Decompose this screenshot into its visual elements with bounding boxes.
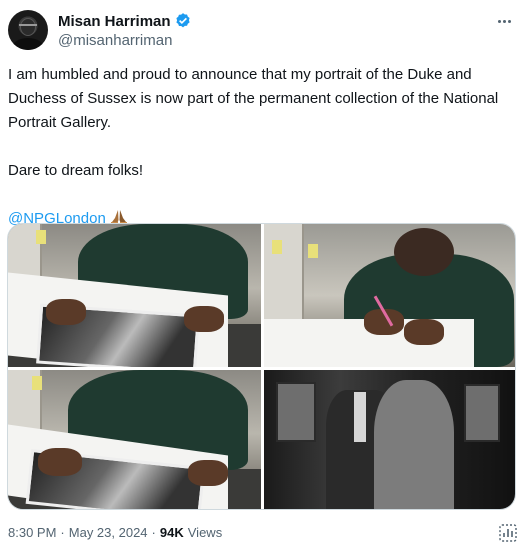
tweet-text: I am humbled and proud to announce that …	[8, 63, 508, 231]
photo-signing-paper[interactable]	[264, 224, 515, 367]
tweet-time[interactable]: 8:30 PM	[8, 525, 56, 540]
meta-separator: ·	[151, 525, 156, 540]
handle[interactable]: @misanharriman	[58, 32, 192, 49]
media-grid	[7, 223, 516, 510]
views-label: Views	[187, 525, 223, 540]
tweet-paragraph: Dare to dream folks!	[8, 162, 144, 179]
photo-portrait-bw[interactable]	[264, 370, 515, 509]
photo-holding-print[interactable]	[8, 370, 261, 509]
tweet-paragraph: I am humbled and proud to announce that …	[8, 66, 499, 131]
meta-separator: ·	[60, 525, 65, 540]
display-name[interactable]: Misan Harriman	[58, 13, 171, 30]
photo-signing-print[interactable]	[8, 224, 261, 367]
avatar[interactable]	[8, 10, 48, 50]
tweet-header: Misan Harriman @misanharriman	[8, 8, 517, 52]
more-options-icon[interactable]	[493, 12, 515, 30]
author-names: Misan Harriman @misanharriman	[58, 12, 192, 49]
views-count: 94K	[159, 525, 184, 540]
tweet-date[interactable]: May 23, 2024	[69, 525, 148, 540]
analytics-icon[interactable]	[499, 524, 517, 542]
tweet-meta: 8:30 PM · May 23, 2024 · 94K Views	[8, 525, 222, 540]
verified-badge-icon	[175, 13, 190, 28]
